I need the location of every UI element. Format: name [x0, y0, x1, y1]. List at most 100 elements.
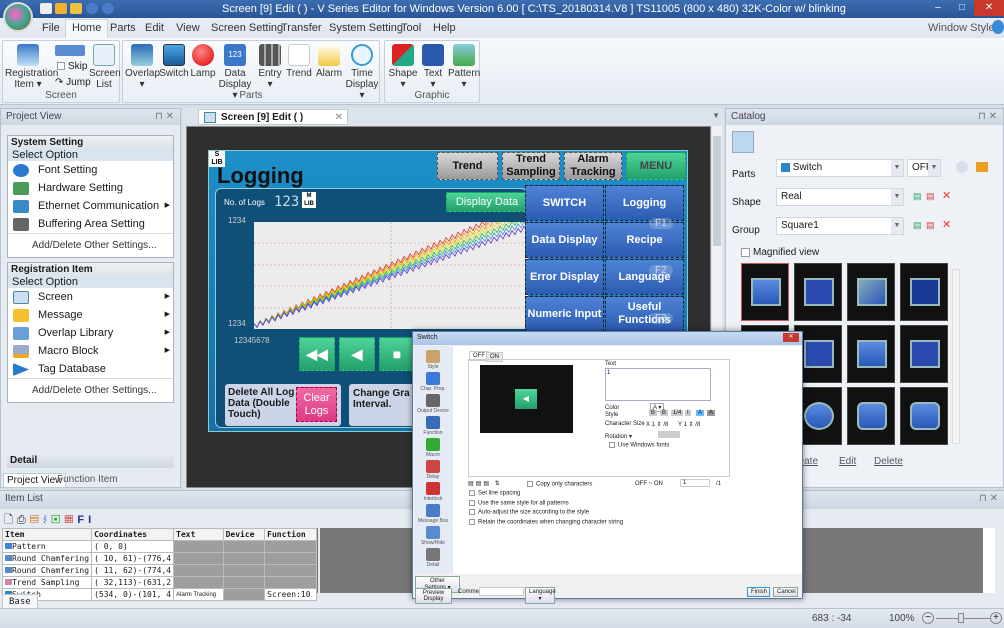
trend-button[interactable]: Trend — [285, 44, 313, 79]
print-icon[interactable]: ⎙ — [17, 514, 30, 526]
font-setting-item[interactable]: Font Setting — [8, 161, 173, 179]
preview-icon[interactable] — [956, 161, 968, 173]
italic-button[interactable]: I — [685, 410, 691, 416]
text-input[interactable]: 1 — [605, 368, 711, 401]
option-checkbox[interactable]: Set line spacing — [469, 490, 520, 497]
table-row[interactable]: Trend Sampling( 32,113)-(631,2 — [1, 576, 317, 589]
shape-select[interactable]: Real ▼ — [776, 188, 904, 206]
macro-block-item[interactable]: Macro Block ▶ — [8, 342, 173, 360]
back-button[interactable]: ◀ — [339, 337, 375, 371]
dialog-side-message-box[interactable]: Message Box — [415, 504, 451, 524]
column-item[interactable]: Item — [1, 528, 93, 541]
table-row[interactable]: Round Chamfering( 11, 62)-(774,4 — [1, 564, 317, 577]
preview-display-button[interactable]: Preview Display — [415, 588, 452, 604]
tab-function-item[interactable]: Function Item — [57, 474, 118, 485]
overlap-library-item[interactable]: Overlap Library ▶ — [8, 324, 173, 342]
screen-list-button[interactable]: Screen List — [89, 44, 121, 90]
hardware-setting-item[interactable]: Hardware Setting — [8, 179, 173, 197]
lamp-button[interactable]: Lamp — [189, 44, 217, 79]
catalog-thumb[interactable] — [847, 387, 895, 445]
table-row[interactable]: Round Chamfering( 10, 61)-(776,4 — [1, 552, 317, 565]
preview-icon[interactable]: 🗋 — [4, 514, 17, 526]
column-coordinates[interactable]: Coordinates — [91, 528, 175, 541]
column-text[interactable]: Text — [173, 528, 224, 541]
catalog-thumb[interactable] — [847, 263, 895, 321]
alarm-button[interactable]: Alarm — [315, 44, 343, 79]
trend-icon[interactable]: ⌇ — [43, 514, 51, 526]
magnified-view-checkbox[interactable]: Magnified view — [741, 247, 819, 258]
dialog-side-char-prop[interactable]: Char. Prop. — [415, 372, 451, 392]
error-display-menu-button[interactable]: Error Display — [525, 259, 604, 295]
dialog-side-output-device[interactable]: Output Device — [415, 394, 451, 414]
dialog-side-style[interactable]: Style — [415, 350, 451, 370]
table-row[interactable]: Pattern( 0, 0) — [1, 540, 317, 553]
dialog-side-macro[interactable]: Macro — [415, 438, 451, 458]
detail-section[interactable]: Detail — [7, 455, 174, 468]
redo-icon[interactable] — [102, 3, 114, 14]
stop-button[interactable]: ■ — [379, 337, 415, 371]
size-x[interactable]: X 1 ⇕ /8 — [646, 421, 668, 428]
zoom-in-button[interactable]: + — [990, 612, 1002, 624]
parts-select[interactable]: Switch ▼ — [776, 159, 904, 177]
language-dropdown[interactable]: Language ▾ — [525, 587, 556, 604]
alarm-tracking-button[interactable]: Alarm Tracking — [564, 152, 622, 180]
tab-home[interactable]: Home — [65, 19, 109, 38]
logging-menu-button[interactable]: Logging — [605, 185, 684, 221]
catalog-thumb[interactable] — [900, 325, 948, 383]
tab-transfer[interactable]: Transfer — [281, 22, 322, 34]
catalog-thumb[interactable] — [900, 387, 948, 445]
system-setting-header[interactable]: System Setting — [8, 136, 173, 149]
zoom-out-button[interactable]: − — [922, 612, 934, 624]
outline-button[interactable]: A — [696, 410, 705, 416]
numeric-input-menu-button[interactable]: Numeric Input — [525, 296, 604, 332]
delete-shape-icon[interactable]: ✕ — [942, 189, 951, 202]
tag-database-item[interactable]: Tag Database — [8, 360, 173, 378]
folder-icon[interactable] — [976, 162, 988, 172]
useful-functions-menu-button[interactable]: Useful Functions — [605, 296, 684, 332]
comment-input[interactable] — [479, 587, 524, 596]
switch-button[interactable]: Switch — [159, 44, 189, 79]
registration-item-button[interactable]: Registration Item ▾ — [5, 44, 58, 90]
window-style-dropdown[interactable]: Window Style — [928, 22, 995, 34]
f3-key[interactable]: F3 — [649, 313, 673, 324]
dialog-side-delay[interactable]: Delay — [415, 460, 451, 480]
close-tab-icon[interactable]: ✕ — [335, 112, 343, 123]
state-select[interactable]: OFF ▼ — [907, 159, 941, 177]
pin-close-icon[interactable]: ⊓ ✕ — [979, 493, 998, 504]
add-delete-settings-link[interactable]: Add/Delete Other Settings... — [8, 233, 173, 257]
undo-icon[interactable] — [86, 3, 98, 14]
use-windows-fonts-checkbox[interactable]: Use Windows fonts — [609, 442, 669, 449]
buffering-area-item[interactable]: Buffering Area Setting — [8, 215, 173, 233]
trend-sampling-button[interactable]: Trend Sampling — [502, 152, 560, 180]
tab-system-setting[interactable]: System Setting — [329, 22, 403, 34]
recipe-menu-button[interactable]: Recipe — [605, 222, 684, 258]
f2-key[interactable]: F2 — [649, 265, 673, 276]
maximize-button[interactable]: □ — [950, 0, 974, 16]
dialog-side-detail[interactable]: Detail — [415, 548, 451, 568]
dialog-side-show-hide[interactable]: Show/Hide — [415, 526, 451, 546]
catalog-thumb[interactable] — [900, 263, 948, 321]
catalog-scrollbar[interactable] — [952, 269, 960, 444]
catalog-thumb[interactable] — [741, 263, 789, 321]
bold-button[interactable]: B — [649, 410, 658, 416]
cancel-button[interactable]: Cancel — [773, 587, 798, 597]
tab-edit[interactable]: Edit — [145, 22, 164, 34]
catalog-thumb[interactable] — [794, 263, 842, 321]
tab-file[interactable]: File — [42, 22, 60, 34]
skip-checkbox[interactable]: Skip — [57, 61, 87, 72]
catalog-tool-icon[interactable] — [732, 131, 754, 153]
print-group-icon[interactable]: ▤ — [926, 220, 935, 231]
edit-link[interactable]: Edit — [839, 456, 856, 467]
text-button[interactable]: Text ▾ — [418, 44, 448, 90]
info-icon[interactable] — [992, 20, 1004, 34]
copy-only-checkbox[interactable]: Copy only characters — [527, 481, 592, 488]
function-icon[interactable]: FI — [77, 514, 95, 526]
minimize-button[interactable]: – — [926, 0, 950, 16]
display-data-button[interactable]: Display Data — [446, 192, 528, 212]
back-forward-arrows-icon[interactable] — [55, 45, 85, 56]
group-select[interactable]: Square1 ▼ — [776, 217, 904, 235]
message-item[interactable]: Message ▶ — [8, 306, 173, 324]
ethernet-communication-item[interactable]: Ethernet Communication ▶ — [8, 197, 173, 215]
tab-parts[interactable]: Parts — [110, 22, 136, 34]
switch-menu-button[interactable]: SWITCH — [525, 185, 604, 221]
